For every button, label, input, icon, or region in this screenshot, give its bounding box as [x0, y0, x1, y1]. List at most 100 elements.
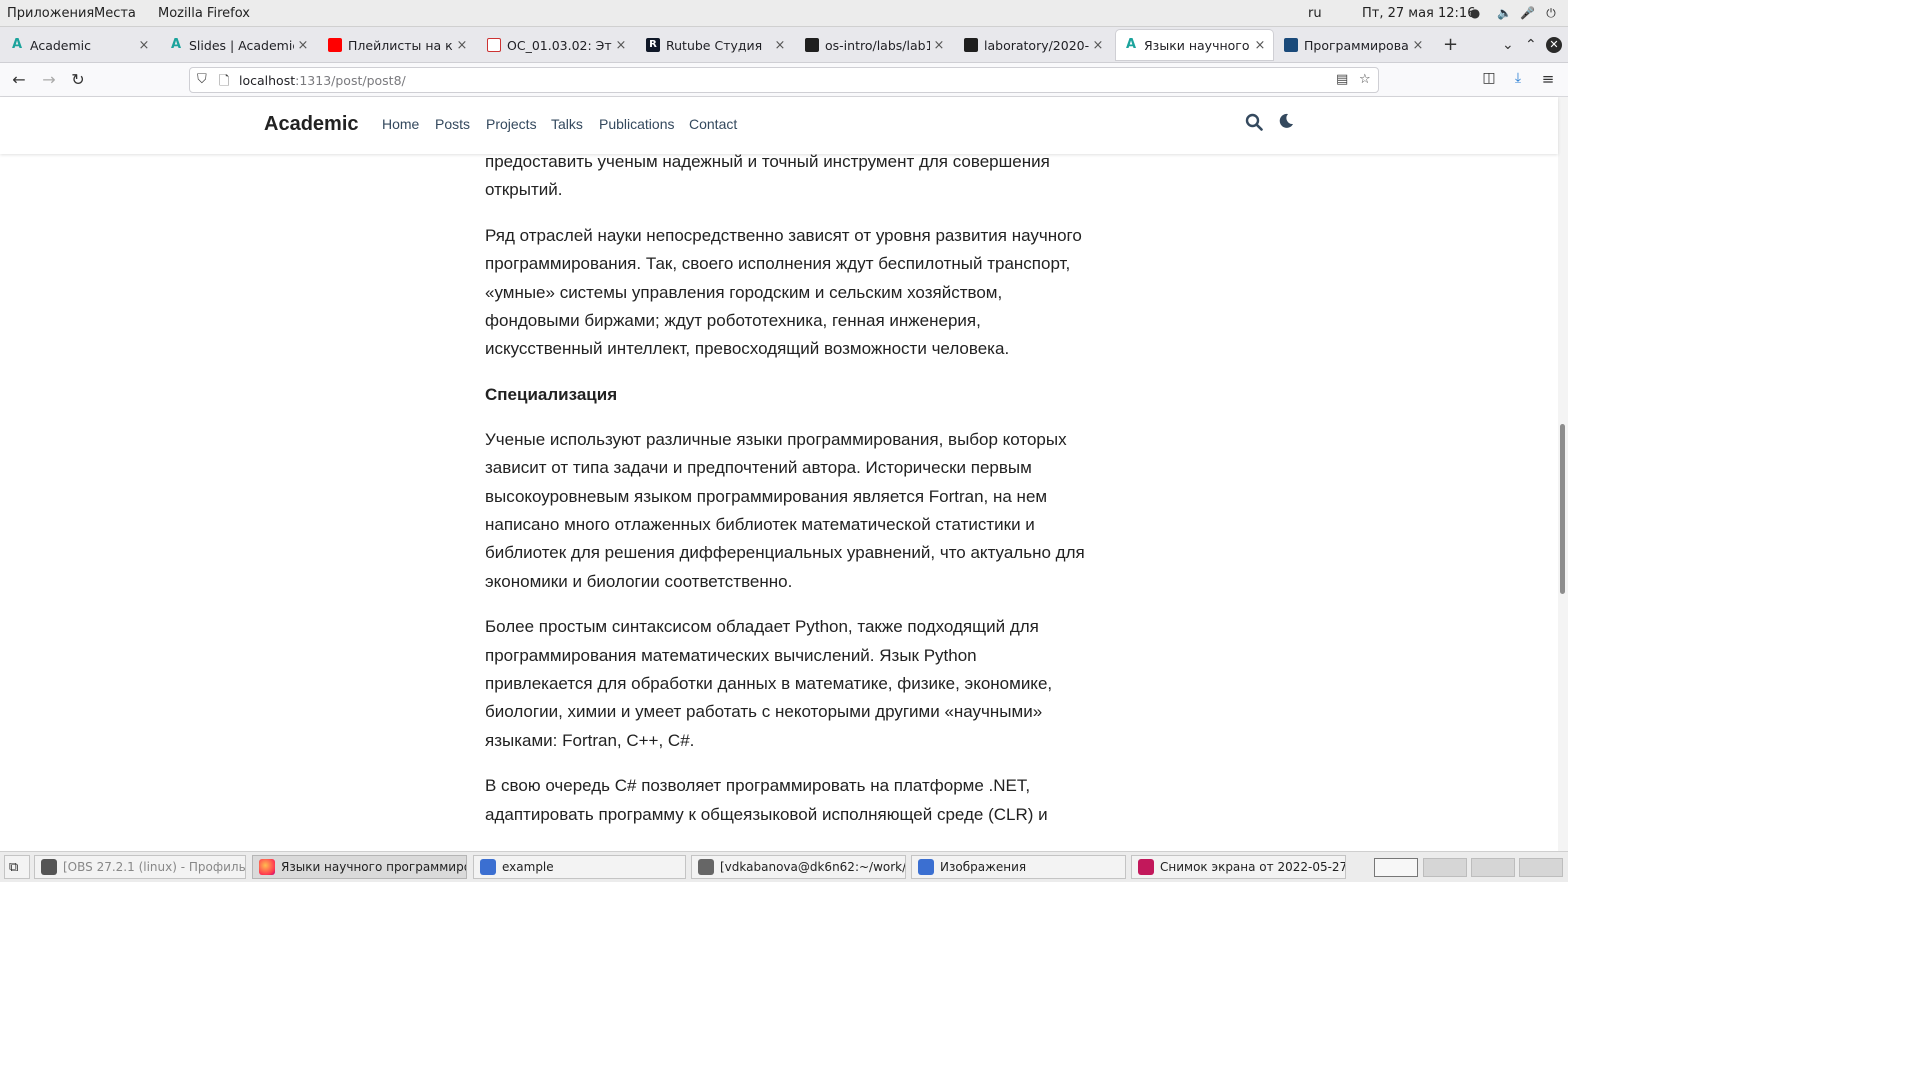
- youtube-logo-icon: [328, 38, 342, 52]
- tab-os-course[interactable]: ОС_01.03.02: Этапы р ×: [479, 30, 634, 60]
- url-text[interactable]: localhost:1313/post/post8/: [239, 73, 406, 88]
- close-tab-icon[interactable]: ×: [453, 38, 471, 53]
- image-viewer-icon: [1138, 859, 1154, 875]
- academic-logo-icon: A: [1125, 37, 1137, 52]
- academic-logo-icon: A: [170, 37, 182, 52]
- site-brand[interactable]: Academic: [264, 113, 359, 136]
- tab-title: laboratory/2020-2021: [984, 37, 1089, 53]
- close-tab-icon[interactable]: ×: [1089, 38, 1107, 53]
- nav-posts[interactable]: Posts: [435, 116, 470, 132]
- tab-title: os-intro/labs/lab12/pr: [825, 37, 930, 53]
- close-tab-icon[interactable]: ×: [135, 38, 153, 53]
- close-tab-icon[interactable]: ×: [1251, 38, 1269, 53]
- workspace-4[interactable]: [1519, 858, 1563, 877]
- window-close-icon[interactable]: ✕: [1546, 37, 1562, 53]
- downloads-icon[interactable]: ⤓: [1508, 70, 1528, 86]
- taskbar-item-label: [vdkabanova@dk6n62:~/work/stu...: [720, 860, 906, 874]
- tab-title: ОС_01.03.02: Этапы р: [507, 37, 612, 53]
- microphone-icon[interactable]: 🎤: [1520, 6, 1535, 20]
- section-heading: Специализация: [485, 385, 618, 405]
- nav-projects[interactable]: Projects: [486, 116, 537, 132]
- taskbar-item-label: Снимок экрана от 2022-05-27 12-...: [1160, 860, 1346, 874]
- search-icon[interactable]: [1245, 113, 1263, 136]
- tab-title: Плейлисты на канале: [348, 37, 453, 53]
- article-paragraph: Ученые используют различные языки програ…: [485, 430, 1085, 591]
- tab-slides-academic[interactable]: A Slides | Academic ×: [161, 30, 316, 60]
- recording-dot-icon: ●: [1469, 6, 1481, 20]
- taskbar-item-firefox[interactable]: Языки научного программиров...: [252, 855, 467, 879]
- nav-home[interactable]: Home: [382, 116, 419, 132]
- terminal-icon: [698, 859, 714, 875]
- article-paragraph: Ряд отраслей науки непосредственно завис…: [485, 226, 1082, 359]
- tab-academic[interactable]: A Academic ×: [2, 30, 157, 60]
- new-tab-plus-icon[interactable]: +: [1443, 34, 1458, 55]
- list-all-tabs-chevron-icon[interactable]: ⌄: [1502, 37, 1514, 53]
- taskbar-item-label: example: [502, 860, 554, 874]
- taskbar-item-screenshot[interactable]: Снимок экрана от 2022-05-27 12-...: [1131, 855, 1346, 879]
- close-tab-icon[interactable]: ×: [771, 38, 789, 53]
- close-tab-icon[interactable]: ×: [612, 38, 630, 53]
- nav-publications[interactable]: Publications: [599, 116, 675, 132]
- tab-title: Программирование: [1304, 37, 1409, 53]
- url-bar[interactable]: ⛉ 🗋 localhost:1313/post/post8/ ▤ ☆: [189, 67, 1379, 93]
- nav-contact[interactable]: Contact: [689, 116, 737, 132]
- window-minimize-chevron-icon[interactable]: ⌃: [1525, 37, 1537, 53]
- page-scrollbar[interactable]: [1558, 97, 1568, 851]
- taskbar-item-images[interactable]: Изображения: [911, 855, 1126, 879]
- article-paragraph: В свою очередь C# позволяет программиров…: [485, 776, 1048, 824]
- article-paragraph: Более простым синтаксисом обладает Pytho…: [485, 617, 1053, 750]
- power-icon[interactable]: ⏻: [1544, 6, 1558, 20]
- bookmark-star-icon[interactable]: ☆: [1359, 72, 1371, 87]
- site-logo-icon: [1284, 38, 1298, 52]
- browser-tab-strip: A Academic × A Slides | Academic × Плейл…: [0, 27, 1568, 63]
- taskbar-item-label: Языки научного программиров...: [281, 860, 466, 874]
- tracking-shield-icon[interactable]: ⛉: [197, 72, 207, 87]
- show-desktop-button[interactable]: ⧉: [4, 855, 30, 879]
- tab-title: Rutube Студия: [666, 37, 763, 53]
- close-tab-icon[interactable]: ×: [294, 38, 312, 53]
- workspace-3[interactable]: [1471, 858, 1515, 877]
- scrollbar-thumb[interactable]: [1560, 424, 1565, 594]
- taskbar-item-terminal[interactable]: [vdkabanova@dk6n62:~/work/stu...: [691, 855, 906, 879]
- tab-github-os-intro[interactable]: os-intro/labs/lab12/pr ×: [797, 30, 952, 60]
- show-desktop-icon: ⧉: [9, 859, 19, 875]
- tab-title: Slides | Academic: [189, 37, 294, 53]
- url-host: localhost: [239, 73, 296, 88]
- tab-rutube-studio[interactable]: R Rutube Студия ×: [638, 30, 793, 60]
- active-app-name[interactable]: Mozilla Firefox: [158, 6, 250, 21]
- academic-logo-icon: A: [11, 37, 23, 52]
- clock[interactable]: Пт, 27 мая 12:16: [1362, 6, 1475, 21]
- tab-title: Academic: [30, 37, 92, 53]
- reader-view-icon[interactable]: ▤: [1336, 72, 1348, 87]
- taskbar-item-label: Изображения: [940, 860, 1027, 874]
- close-tab-icon[interactable]: ×: [930, 38, 948, 53]
- back-arrow-icon[interactable]: ←: [9, 70, 29, 89]
- system-top-bar: Приложения Места Mozilla Firefox ru Пт, …: [0, 0, 1568, 27]
- folder-icon: [918, 859, 934, 875]
- forward-arrow-icon[interactable]: →: [39, 70, 59, 89]
- hamburger-menu-icon[interactable]: ≡: [1538, 70, 1558, 88]
- taskbar-item-example[interactable]: example: [473, 855, 686, 879]
- workspace-2[interactable]: [1423, 858, 1467, 877]
- tab-youtube-playlists[interactable]: Плейлисты на канале ×: [320, 30, 475, 60]
- workspace-1[interactable]: [1374, 858, 1418, 877]
- places-menu[interactable]: Места: [94, 6, 136, 21]
- rutube-logo-icon: R: [646, 38, 660, 52]
- keyboard-layout-indicator[interactable]: ru: [1308, 6, 1322, 21]
- tab-scientific-languages[interactable]: A Языки научного прог ×: [1116, 30, 1273, 60]
- tab-github-laboratory[interactable]: laboratory/2020-2021 ×: [956, 30, 1111, 60]
- browser-nav-toolbar: ← → ↻ ⛉ 🗋 localhost:1313/post/post8/ ▤ ☆…: [0, 63, 1568, 97]
- tab-programming[interactable]: Программирование ×: [1276, 30, 1431, 60]
- pocket-icon[interactable]: ◫: [1479, 70, 1499, 86]
- page-info-icon[interactable]: 🗋: [219, 72, 229, 94]
- course-logo-icon: [487, 38, 501, 52]
- dark-mode-moon-icon[interactable]: [1278, 113, 1294, 134]
- tab-title: Языки научного прог: [1144, 37, 1251, 53]
- close-tab-icon[interactable]: ×: [1409, 38, 1427, 53]
- reload-icon[interactable]: ↻: [68, 70, 88, 89]
- site-header: Academic Home Posts Projects Talks Publi…: [0, 97, 1558, 154]
- taskbar-item-obs[interactable]: [OBS 27.2.1 (linux) - Профиль: Бе...: [34, 855, 246, 879]
- applications-menu[interactable]: Приложения: [7, 6, 94, 21]
- nav-talks[interactable]: Talks: [551, 116, 583, 132]
- volume-icon[interactable]: 🔈: [1497, 6, 1512, 20]
